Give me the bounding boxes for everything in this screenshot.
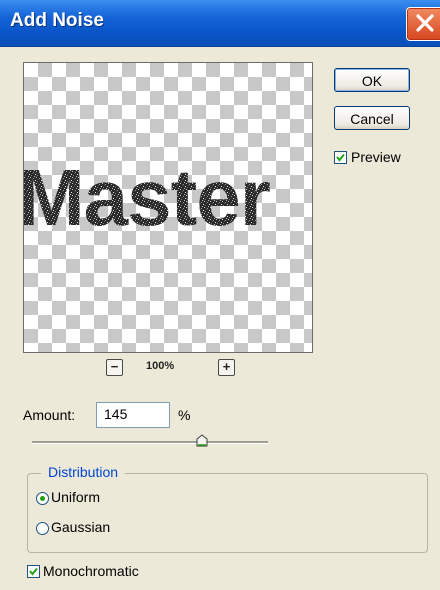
add-noise-dialog: Add Noise Master − 100% + OK Cancel Prev… xyxy=(0,0,440,590)
checkmark-icon xyxy=(29,567,38,576)
monochromatic-checkbox[interactable] xyxy=(27,565,40,578)
title-bar[interactable]: Add Noise xyxy=(0,0,440,47)
distribution-legend: Distribution xyxy=(41,464,126,480)
zoom-in-button[interactable]: + xyxy=(218,359,235,376)
preview-pane[interactable]: Master xyxy=(23,62,313,353)
gaussian-label[interactable]: Gaussian xyxy=(51,519,110,535)
monochromatic-label[interactable]: Monochromatic xyxy=(43,563,139,579)
amount-input[interactable]: 145 xyxy=(96,402,170,428)
preview-checkbox[interactable] xyxy=(334,151,347,164)
zoom-controls: − 100% + xyxy=(0,357,340,381)
amount-label: Amount: xyxy=(23,407,76,423)
distribution-group xyxy=(27,473,428,553)
close-icon xyxy=(416,14,434,32)
gaussian-radio[interactable] xyxy=(36,522,49,535)
ok-button[interactable]: OK xyxy=(334,68,410,92)
checkmark-icon xyxy=(336,153,345,162)
amount-slider-thumb[interactable] xyxy=(196,434,208,447)
preview-label[interactable]: Preview xyxy=(351,149,401,165)
cancel-button[interactable]: Cancel xyxy=(334,106,410,130)
uniform-radio[interactable] xyxy=(36,492,49,505)
uniform-label[interactable]: Uniform xyxy=(51,489,100,505)
amount-slider-track[interactable] xyxy=(32,441,268,444)
zoom-level: 100% xyxy=(146,360,175,372)
amount-unit: % xyxy=(178,407,191,423)
close-button[interactable] xyxy=(406,7,440,41)
zoom-out-button[interactable]: − xyxy=(106,359,123,376)
preview-sample-text: Master xyxy=(24,153,270,242)
dialog-title: Add Noise xyxy=(10,10,104,31)
